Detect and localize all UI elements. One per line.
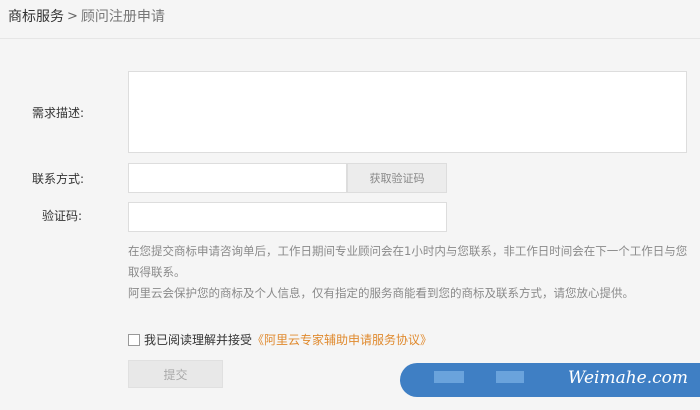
notice-text: 在您提交商标申请咨询单后，工作日期间专业顾问会在1小时内与您联系，非工作日时间会… xyxy=(128,241,688,304)
contact-input[interactable] xyxy=(128,163,347,193)
breadcrumb-root-link[interactable]: 商标服务 xyxy=(8,6,64,26)
breadcrumb-separator-icon: > xyxy=(67,8,78,24)
submit-button[interactable]: 提交 xyxy=(128,360,223,388)
get-code-button[interactable]: 获取验证码 xyxy=(347,163,447,193)
agreement-checkbox[interactable] xyxy=(128,333,140,346)
watermark-banner: Weimahe.com xyxy=(400,363,700,397)
watermark-text: Weimahe.com xyxy=(567,368,688,388)
notice-line-privacy: 阿里云会保护您的商标及个人信息，仅有指定的服务商能看到您的商标及联系方式，请您放… xyxy=(128,286,634,300)
contact-label: 联系方式: xyxy=(31,172,84,186)
notice-line-response: 在您提交商标申请咨询单后，工作日期间专业顾问会在1小时内与您联系，非工作日时间会… xyxy=(128,244,688,279)
watermark-block xyxy=(434,371,464,383)
code-label: 验证码: xyxy=(41,209,82,223)
code-input[interactable] xyxy=(128,202,447,232)
watermark-block xyxy=(496,371,524,383)
breadcrumb: 商标服务 > 顾问注册申请 xyxy=(8,6,165,26)
breadcrumb-current: 顾问注册申请 xyxy=(80,9,165,25)
description-label: 需求描述: xyxy=(31,106,84,120)
agreement-text: 我已阅读理解并接受 xyxy=(144,333,253,347)
header-divider xyxy=(0,38,700,39)
agreement-link[interactable]: 《阿里云专家辅助申请服务协议》 xyxy=(252,331,432,348)
agreement-row: 我已阅读理解并接受 《阿里云专家辅助申请服务协议》 xyxy=(128,331,432,348)
description-textarea[interactable] xyxy=(128,71,687,153)
